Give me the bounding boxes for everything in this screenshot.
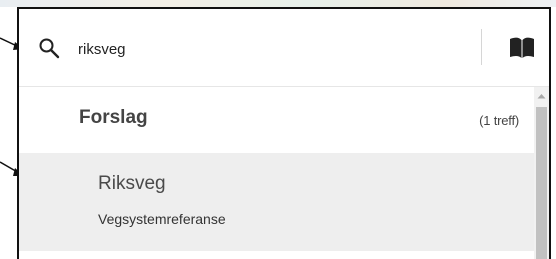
scroll-thumb[interactable] [536,107,547,259]
search-input[interactable] [74,36,462,62]
suggestion-item-title: Riksveg [98,173,166,194]
suggestion-item[interactable]: Riksveg Vegsystemreferanse [19,153,534,251]
suggestions-title: Forslag [79,107,148,128]
map-background [0,0,556,7]
suggestion-list: Forslag (1 treff) Riksveg Vegsystemrefer… [19,87,534,259]
scrollbar[interactable] [534,87,549,259]
scroll-up-arrow-icon[interactable] [534,91,549,101]
suggestions-header: Forslag (1 treff) [19,87,534,153]
toolbar-divider [481,29,482,65]
search-icon[interactable] [38,37,60,59]
screen: Forslag (1 treff) Riksveg Vegsystemrefer… [0,0,556,259]
suggestions-count: (1 treff) [479,113,519,128]
search-panel: Forslag (1 treff) Riksveg Vegsystemrefer… [17,7,551,259]
search-bar [19,9,549,87]
list-item [19,251,534,259]
suggestion-item-subtitle: Vegsystemreferanse [98,211,226,227]
book-icon[interactable] [508,35,536,61]
